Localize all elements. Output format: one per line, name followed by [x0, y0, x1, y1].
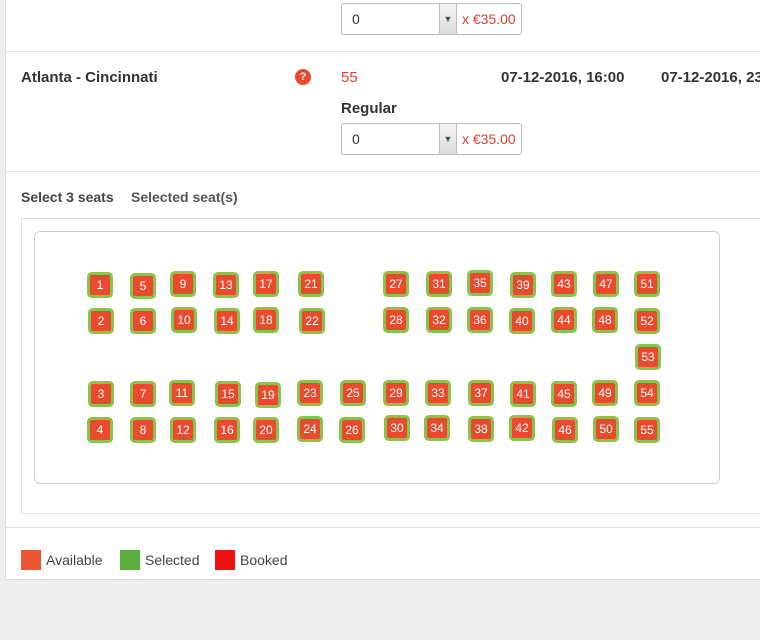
- seat-6[interactable]: 6: [133, 311, 153, 331]
- trip-price: 55: [341, 69, 358, 86]
- seat-map: [34, 231, 720, 484]
- seat-40[interactable]: 40: [512, 311, 532, 331]
- seat-43[interactable]: 43: [554, 274, 574, 294]
- seat-28[interactable]: 28: [386, 310, 406, 330]
- selected-swatch: [120, 550, 140, 570]
- seat-15[interactable]: 15: [218, 384, 238, 404]
- seat-21[interactable]: 21: [301, 274, 321, 294]
- seat-22[interactable]: 22: [302, 311, 322, 331]
- route-name: Atlanta - Cincinnati: [21, 69, 158, 86]
- regular-quantity-group: 0 ▼ x €35.00: [341, 123, 522, 155]
- seat-2[interactable]: 2: [91, 311, 111, 331]
- seat-24[interactable]: 24: [300, 419, 320, 439]
- regular-price-suffix: x €35.00: [457, 123, 522, 155]
- row-divider: [6, 51, 760, 52]
- seat-29[interactable]: 29: [386, 383, 406, 403]
- seat-18[interactable]: 18: [256, 310, 276, 330]
- top-quantity-select[interactable]: 0 ▼: [341, 3, 457, 35]
- seat-17[interactable]: 17: [256, 274, 276, 294]
- chevron-down-icon[interactable]: ▼: [439, 4, 456, 34]
- available-swatch: [21, 550, 41, 570]
- seat-33[interactable]: 33: [428, 383, 448, 403]
- regular-quantity-value: 0: [352, 131, 360, 147]
- booked-swatch: [215, 550, 235, 570]
- seat-7[interactable]: 7: [133, 384, 153, 404]
- seat-26[interactable]: 26: [342, 420, 362, 440]
- seat-37[interactable]: 37: [471, 383, 491, 403]
- seat-10[interactable]: 10: [174, 310, 194, 330]
- seat-54[interactable]: 54: [637, 383, 657, 403]
- seat-35[interactable]: 35: [470, 273, 490, 293]
- seat-36[interactable]: 36: [470, 310, 490, 330]
- seat-27[interactable]: 27: [386, 274, 406, 294]
- seat-52[interactable]: 52: [637, 311, 657, 331]
- legend-available: Available: [21, 550, 103, 570]
- seat-16[interactable]: 16: [217, 420, 237, 440]
- seat-47[interactable]: 47: [596, 274, 616, 294]
- seat-20[interactable]: 20: [256, 420, 276, 440]
- selected-seats-label: Selected seat(s): [131, 189, 238, 205]
- departure-time: 07-12-2016, 16:00: [501, 69, 625, 86]
- seat-46[interactable]: 46: [555, 420, 575, 440]
- seat-25[interactable]: 25: [343, 383, 363, 403]
- chevron-down-icon[interactable]: ▼: [439, 124, 456, 154]
- legend-booked-label: Booked: [240, 552, 288, 568]
- seat-49[interactable]: 49: [595, 383, 615, 403]
- seat-1[interactable]: 1: [90, 275, 110, 295]
- seat-34[interactable]: 34: [427, 418, 447, 438]
- seat-14[interactable]: 14: [217, 311, 237, 331]
- seat-5[interactable]: 5: [133, 276, 153, 296]
- legend-available-label: Available: [46, 552, 103, 568]
- seat-45[interactable]: 45: [554, 384, 574, 404]
- seat-12[interactable]: 12: [173, 420, 193, 440]
- seat-42[interactable]: 42: [512, 418, 532, 438]
- seat-11[interactable]: 11: [172, 383, 192, 403]
- seat-32[interactable]: 32: [429, 310, 449, 330]
- seat-3[interactable]: 3: [91, 384, 111, 404]
- ticket-type-label: Regular: [341, 100, 397, 117]
- seat-55[interactable]: 55: [637, 420, 657, 440]
- select-seats-label: Select 3 seats: [21, 189, 114, 205]
- seat-38[interactable]: 38: [471, 419, 491, 439]
- seat-4[interactable]: 4: [90, 420, 110, 440]
- top-price-suffix: x €35.00: [457, 3, 522, 35]
- seat-53[interactable]: 53: [638, 347, 658, 367]
- seat-51[interactable]: 51: [637, 274, 657, 294]
- seat-50[interactable]: 50: [596, 419, 616, 439]
- seat-44[interactable]: 44: [554, 310, 574, 330]
- legend-selected: Selected: [120, 550, 199, 570]
- row-divider: [6, 527, 760, 528]
- legend-booked: Booked: [215, 550, 287, 570]
- seat-13[interactable]: 13: [216, 275, 236, 295]
- seat-8[interactable]: 8: [133, 420, 153, 440]
- top-quantity-group: 0 ▼ x €35.00: [341, 3, 522, 35]
- seat-9[interactable]: 9: [173, 274, 193, 294]
- seat-23[interactable]: 23: [300, 383, 320, 403]
- regular-quantity-select[interactable]: 0 ▼: [341, 123, 457, 155]
- row-divider: [6, 171, 760, 172]
- seat-48[interactable]: 48: [595, 310, 615, 330]
- top-quantity-value: 0: [352, 11, 360, 27]
- arrival-time: 07-12-2016, 23: [661, 69, 760, 86]
- seat-19[interactable]: 19: [258, 385, 278, 405]
- seat-39[interactable]: 39: [513, 275, 533, 295]
- seat-41[interactable]: 41: [513, 384, 533, 404]
- seat-30[interactable]: 30: [387, 418, 407, 438]
- legend-selected-label: Selected: [145, 552, 200, 568]
- seat-31[interactable]: 31: [429, 274, 449, 294]
- question-icon[interactable]: ?: [295, 69, 311, 85]
